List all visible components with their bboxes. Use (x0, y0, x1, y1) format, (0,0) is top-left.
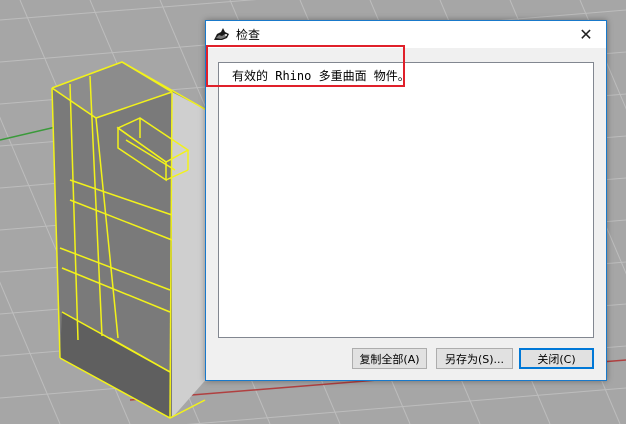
close-button[interactable]: 关闭(C) (519, 348, 594, 369)
selected-polysurface[interactable] (51, 61, 211, 419)
rhino-app-icon (213, 26, 231, 43)
highlight-box (206, 45, 405, 87)
dialog-title: 检查 (236, 28, 261, 42)
check-report-textbox[interactable]: 有效的 Rhino 多重曲面 物件。 (218, 62, 594, 338)
close-icon[interactable]: ✕ (566, 21, 606, 48)
check-dialog: 检查 ✕ 有效的 Rhino 多重曲面 物件。 复制全部(A) 另存为(S)..… (205, 20, 607, 381)
dialog-titlebar[interactable]: 检查 ✕ (206, 21, 606, 48)
save-as-button[interactable]: 另存为(S)... (436, 348, 513, 369)
copy-all-button[interactable]: 复制全部(A) (352, 348, 427, 369)
